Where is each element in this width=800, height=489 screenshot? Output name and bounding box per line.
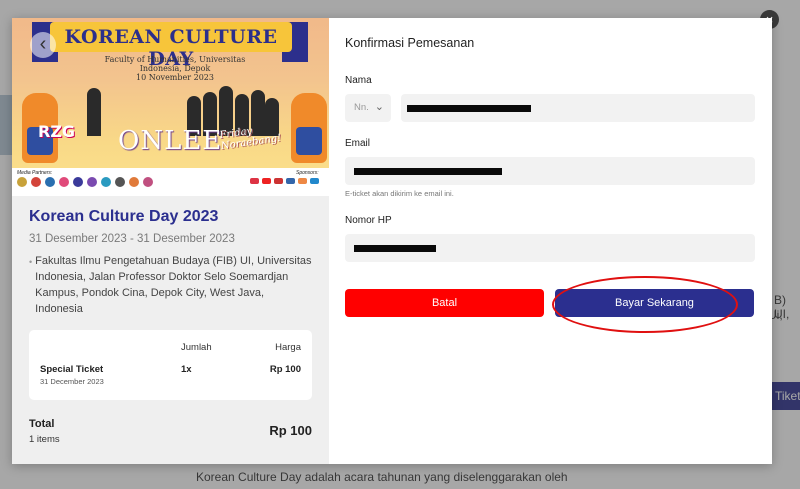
redacted-phone bbox=[354, 245, 436, 252]
order-total: Total 1 items Rp 100 bbox=[29, 418, 312, 445]
phone-label: Nomor HP bbox=[345, 215, 392, 226]
performer-name: RZG bbox=[38, 122, 76, 141]
ticket-price: Rp 100 bbox=[269, 364, 301, 375]
checkout-modal: KOREAN CULTURE DAY Faculty of Humanities… bbox=[12, 18, 772, 464]
media-partner-logos bbox=[17, 177, 153, 187]
sponsor-logos bbox=[250, 178, 319, 184]
column-header-price: Harga bbox=[275, 342, 301, 353]
event-title: Korean Culture Day 2023 bbox=[29, 208, 219, 225]
salutation-select[interactable]: Nn. ⌄ bbox=[345, 94, 391, 122]
salutation-value: Nn. bbox=[354, 102, 369, 113]
location-pin-icon: • bbox=[29, 257, 33, 267]
ticket-quantity: 1x bbox=[181, 364, 192, 375]
tiger-mascot-right bbox=[291, 93, 327, 163]
form-title: Konfirmasi Pemesanan bbox=[345, 36, 475, 50]
performer-name: ONLEE bbox=[118, 126, 223, 156]
media-partners-label: Media Partners: bbox=[17, 170, 53, 176]
event-address: • Fakultas Ilmu Pengetahuan Budaya (FIB)… bbox=[29, 253, 313, 317]
cancel-button[interactable]: Batal bbox=[345, 289, 544, 317]
partners-strip: Media Partners: Sponsors: bbox=[12, 168, 329, 196]
booking-form-panel: Konfirmasi Pemesanan Nama Nn. ⌄ Email E-… bbox=[329, 18, 772, 464]
redacted-name bbox=[407, 105, 531, 112]
event-poster: KOREAN CULTURE DAY Faculty of Humanities… bbox=[12, 18, 329, 196]
sponsors-label: Sponsors: bbox=[296, 170, 319, 176]
column-header-qty: Jumlah bbox=[181, 342, 212, 353]
total-amount: Rp 100 bbox=[269, 423, 312, 438]
poster-subtitle-line: Faculty of Humanities, Universitas Indon… bbox=[104, 55, 246, 73]
highlight-annotation-circle bbox=[552, 276, 738, 333]
event-info: Korean Culture Day 2023 31 Desember 2023… bbox=[12, 196, 329, 317]
ticket-summary-card: Jumlah Harga Special Ticket 31 December … bbox=[29, 330, 312, 400]
name-label: Nama bbox=[345, 75, 372, 86]
phone-field[interactable] bbox=[345, 234, 755, 262]
email-hint: E-ticket akan dikirim ke email ini. bbox=[345, 189, 454, 198]
redacted-email bbox=[354, 168, 502, 175]
email-field[interactable] bbox=[345, 157, 755, 185]
chevron-down-icon: ⌄ bbox=[374, 101, 384, 113]
email-label: Email bbox=[345, 138, 371, 149]
ticket-name: Special Ticket bbox=[40, 364, 104, 375]
order-summary-panel: KOREAN CULTURE DAY Faculty of Humanities… bbox=[12, 18, 329, 464]
event-dates: 31 Desember 2023 - 31 Desember 2023 bbox=[29, 233, 235, 245]
name-field[interactable] bbox=[401, 94, 755, 122]
event-address-text: Fakultas Ilmu Pengetahuan Budaya (FIB) U… bbox=[35, 255, 312, 315]
back-chevron-icon[interactable]: ‹ bbox=[30, 32, 56, 58]
ticket-date: 31 December 2023 bbox=[40, 377, 104, 386]
